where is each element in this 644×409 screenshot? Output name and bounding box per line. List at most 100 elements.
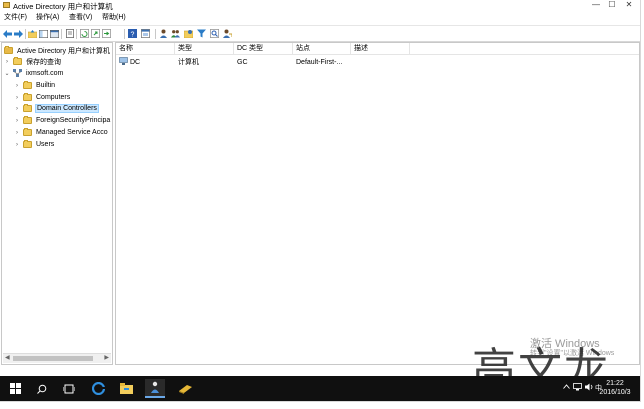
tree-item-users[interactable]: › Users bbox=[14, 139, 55, 150]
folder-icon bbox=[23, 116, 32, 124]
search-icon[interactable] bbox=[32, 379, 52, 398]
horizontal-scrollbar[interactable]: ◀ ▶ bbox=[3, 353, 111, 363]
server-manager-icon[interactable] bbox=[175, 379, 195, 398]
clock-time: 21:22 bbox=[606, 380, 624, 387]
tree-item-domain[interactable]: ⌄ ixmsoft.com bbox=[4, 68, 64, 79]
tree-item-computers[interactable]: › Computers bbox=[14, 92, 71, 103]
windows-start-icon[interactable] bbox=[5, 379, 25, 398]
tree-item-label: Managed Service Acco bbox=[36, 129, 108, 136]
folder-icon bbox=[13, 57, 22, 65]
chevron-right-icon[interactable]: › bbox=[14, 83, 20, 89]
column-header-type[interactable]: 类型 bbox=[175, 43, 234, 54]
ou-folder-icon bbox=[23, 104, 32, 112]
volume-icon[interactable] bbox=[585, 383, 594, 408]
details-pane[interactable]: 名称 类型 DC 类型 站点 描述 DC 计算机 GC Default-Firs… bbox=[115, 42, 640, 365]
menu-action[interactable]: 操作(A) bbox=[36, 13, 59, 23]
clock-date: 2016/10/3 bbox=[599, 389, 631, 396]
refresh-icon[interactable] bbox=[80, 29, 89, 38]
filter-icon[interactable] bbox=[197, 29, 206, 38]
help-icon[interactable]: ? bbox=[128, 29, 137, 38]
new-ou-icon[interactable] bbox=[184, 29, 193, 38]
back-arrow-icon[interactable] bbox=[3, 29, 12, 38]
toolbar-separator bbox=[61, 29, 62, 39]
toolbar: ? bbox=[0, 25, 640, 42]
maximize-button[interactable]: ☐ bbox=[606, 0, 618, 11]
tree-item-saved-queries[interactable]: › 保存的查询 bbox=[4, 56, 62, 67]
console-icon[interactable] bbox=[50, 29, 59, 38]
menu-help[interactable]: 帮助(H) bbox=[102, 13, 126, 23]
tree-item-foreign-security-principals[interactable]: › ForeignSecurityPrincipa bbox=[14, 115, 111, 126]
column-header-dc-type[interactable]: DC 类型 bbox=[234, 43, 293, 54]
menu-file[interactable]: 文件(F) bbox=[4, 13, 27, 23]
file-explorer-icon[interactable] bbox=[116, 379, 136, 398]
chevron-right-icon[interactable]: › bbox=[14, 130, 20, 136]
scrollbar-thumb[interactable] bbox=[13, 356, 93, 361]
ad-users-icon bbox=[3, 2, 10, 8]
row-name: DC bbox=[130, 59, 141, 66]
tree-item-label: ForeignSecurityPrincipa bbox=[36, 117, 111, 124]
tree-item-label: 保存的查询 bbox=[26, 58, 61, 66]
tree-item-label: Domain Controllers bbox=[35, 104, 99, 113]
scroll-left-icon[interactable]: ◀ bbox=[5, 354, 10, 363]
show-tree-icon[interactable] bbox=[39, 29, 48, 38]
tree-item-label: Builtin bbox=[36, 82, 56, 89]
minimize-button[interactable]: — bbox=[590, 0, 602, 11]
network-icon[interactable] bbox=[573, 383, 582, 408]
chevron-right-icon[interactable]: › bbox=[14, 142, 20, 148]
tree-item-domain-controllers[interactable]: › Domain Controllers bbox=[14, 103, 99, 114]
find-icon[interactable] bbox=[210, 29, 219, 38]
system-clock[interactable]: 21:22 2016/10/3 bbox=[598, 379, 632, 397]
export-list-icon[interactable] bbox=[102, 29, 111, 38]
svg-text:?: ? bbox=[131, 32, 135, 39]
scroll-right-icon[interactable]: ▶ bbox=[104, 354, 109, 363]
tree-item-label: Users bbox=[36, 141, 55, 148]
tree-root-label: Active Directory 用户和计算机 bbox=[17, 47, 110, 55]
toolbar-separator bbox=[76, 29, 77, 39]
tree-item-managed-service-accounts[interactable]: › Managed Service Acco bbox=[14, 127, 109, 138]
close-button[interactable]: ✕ bbox=[623, 0, 635, 11]
cell-name: DC bbox=[116, 57, 175, 69]
app-window: Active Directory 用户和计算机 — ☐ ✕ 文件(F) 操作(A… bbox=[0, 0, 641, 402]
list-header: 名称 类型 DC 类型 站点 描述 bbox=[116, 43, 639, 55]
console-tree[interactable]: Active Directory 用户和计算机 › 保存的查询 ⌄ ixmsof… bbox=[1, 42, 113, 365]
tree-item-builtin[interactable]: › Builtin bbox=[14, 80, 56, 91]
tray-chevron-up-icon[interactable] bbox=[563, 384, 570, 409]
chevron-right-icon[interactable]: › bbox=[4, 59, 10, 65]
column-header-name[interactable]: 名称 bbox=[116, 43, 175, 54]
ad-users-icon bbox=[4, 46, 13, 54]
tree-item-label: ixmsoft.com bbox=[26, 70, 64, 77]
delegate-icon[interactable] bbox=[223, 29, 232, 38]
new-group-icon[interactable] bbox=[171, 29, 180, 38]
chevron-right-icon[interactable]: › bbox=[14, 95, 20, 101]
chevron-down-icon[interactable]: ⌄ bbox=[4, 70, 10, 77]
cell-site: Default-First-... bbox=[296, 59, 343, 66]
taskbar: 中 21:22 2016/10/3 bbox=[0, 376, 640, 401]
title-bar: Active Directory 用户和计算机 — ☐ ✕ bbox=[0, 0, 640, 11]
chevron-right-icon[interactable]: › bbox=[14, 118, 20, 124]
edge-browser-icon[interactable] bbox=[88, 379, 108, 398]
tree-item-label: Computers bbox=[36, 94, 71, 101]
cell-dc-type: GC bbox=[237, 59, 248, 66]
task-view-icon[interactable] bbox=[59, 379, 79, 398]
column-header-site[interactable]: 站点 bbox=[293, 43, 351, 54]
cell-type: 计算机 bbox=[178, 59, 199, 66]
chevron-right-icon[interactable]: › bbox=[14, 106, 20, 112]
tree-root[interactable]: Active Directory 用户和计算机 bbox=[4, 45, 111, 56]
table-row[interactable]: DC 计算机 GC Default-First-... bbox=[116, 57, 639, 69]
export-icon[interactable] bbox=[91, 29, 100, 38]
folder-up-icon[interactable] bbox=[28, 29, 37, 38]
snapin-icon[interactable] bbox=[141, 29, 150, 38]
folder-icon bbox=[23, 140, 32, 148]
computer-icon bbox=[119, 57, 128, 69]
domain-icon bbox=[13, 68, 22, 79]
menu-view[interactable]: 查看(V) bbox=[69, 13, 92, 23]
column-header-description[interactable]: 描述 bbox=[351, 43, 410, 54]
menu-bar: 文件(F) 操作(A) 查看(V) 帮助(H) bbox=[0, 13, 640, 23]
cell-description bbox=[351, 58, 410, 68]
folder-icon bbox=[23, 81, 32, 89]
forward-arrow-icon[interactable] bbox=[14, 29, 23, 38]
new-user-icon[interactable] bbox=[159, 29, 168, 38]
folder-icon bbox=[23, 128, 32, 136]
ad-users-taskbar-icon[interactable] bbox=[145, 379, 165, 398]
properties-icon[interactable] bbox=[65, 29, 74, 38]
